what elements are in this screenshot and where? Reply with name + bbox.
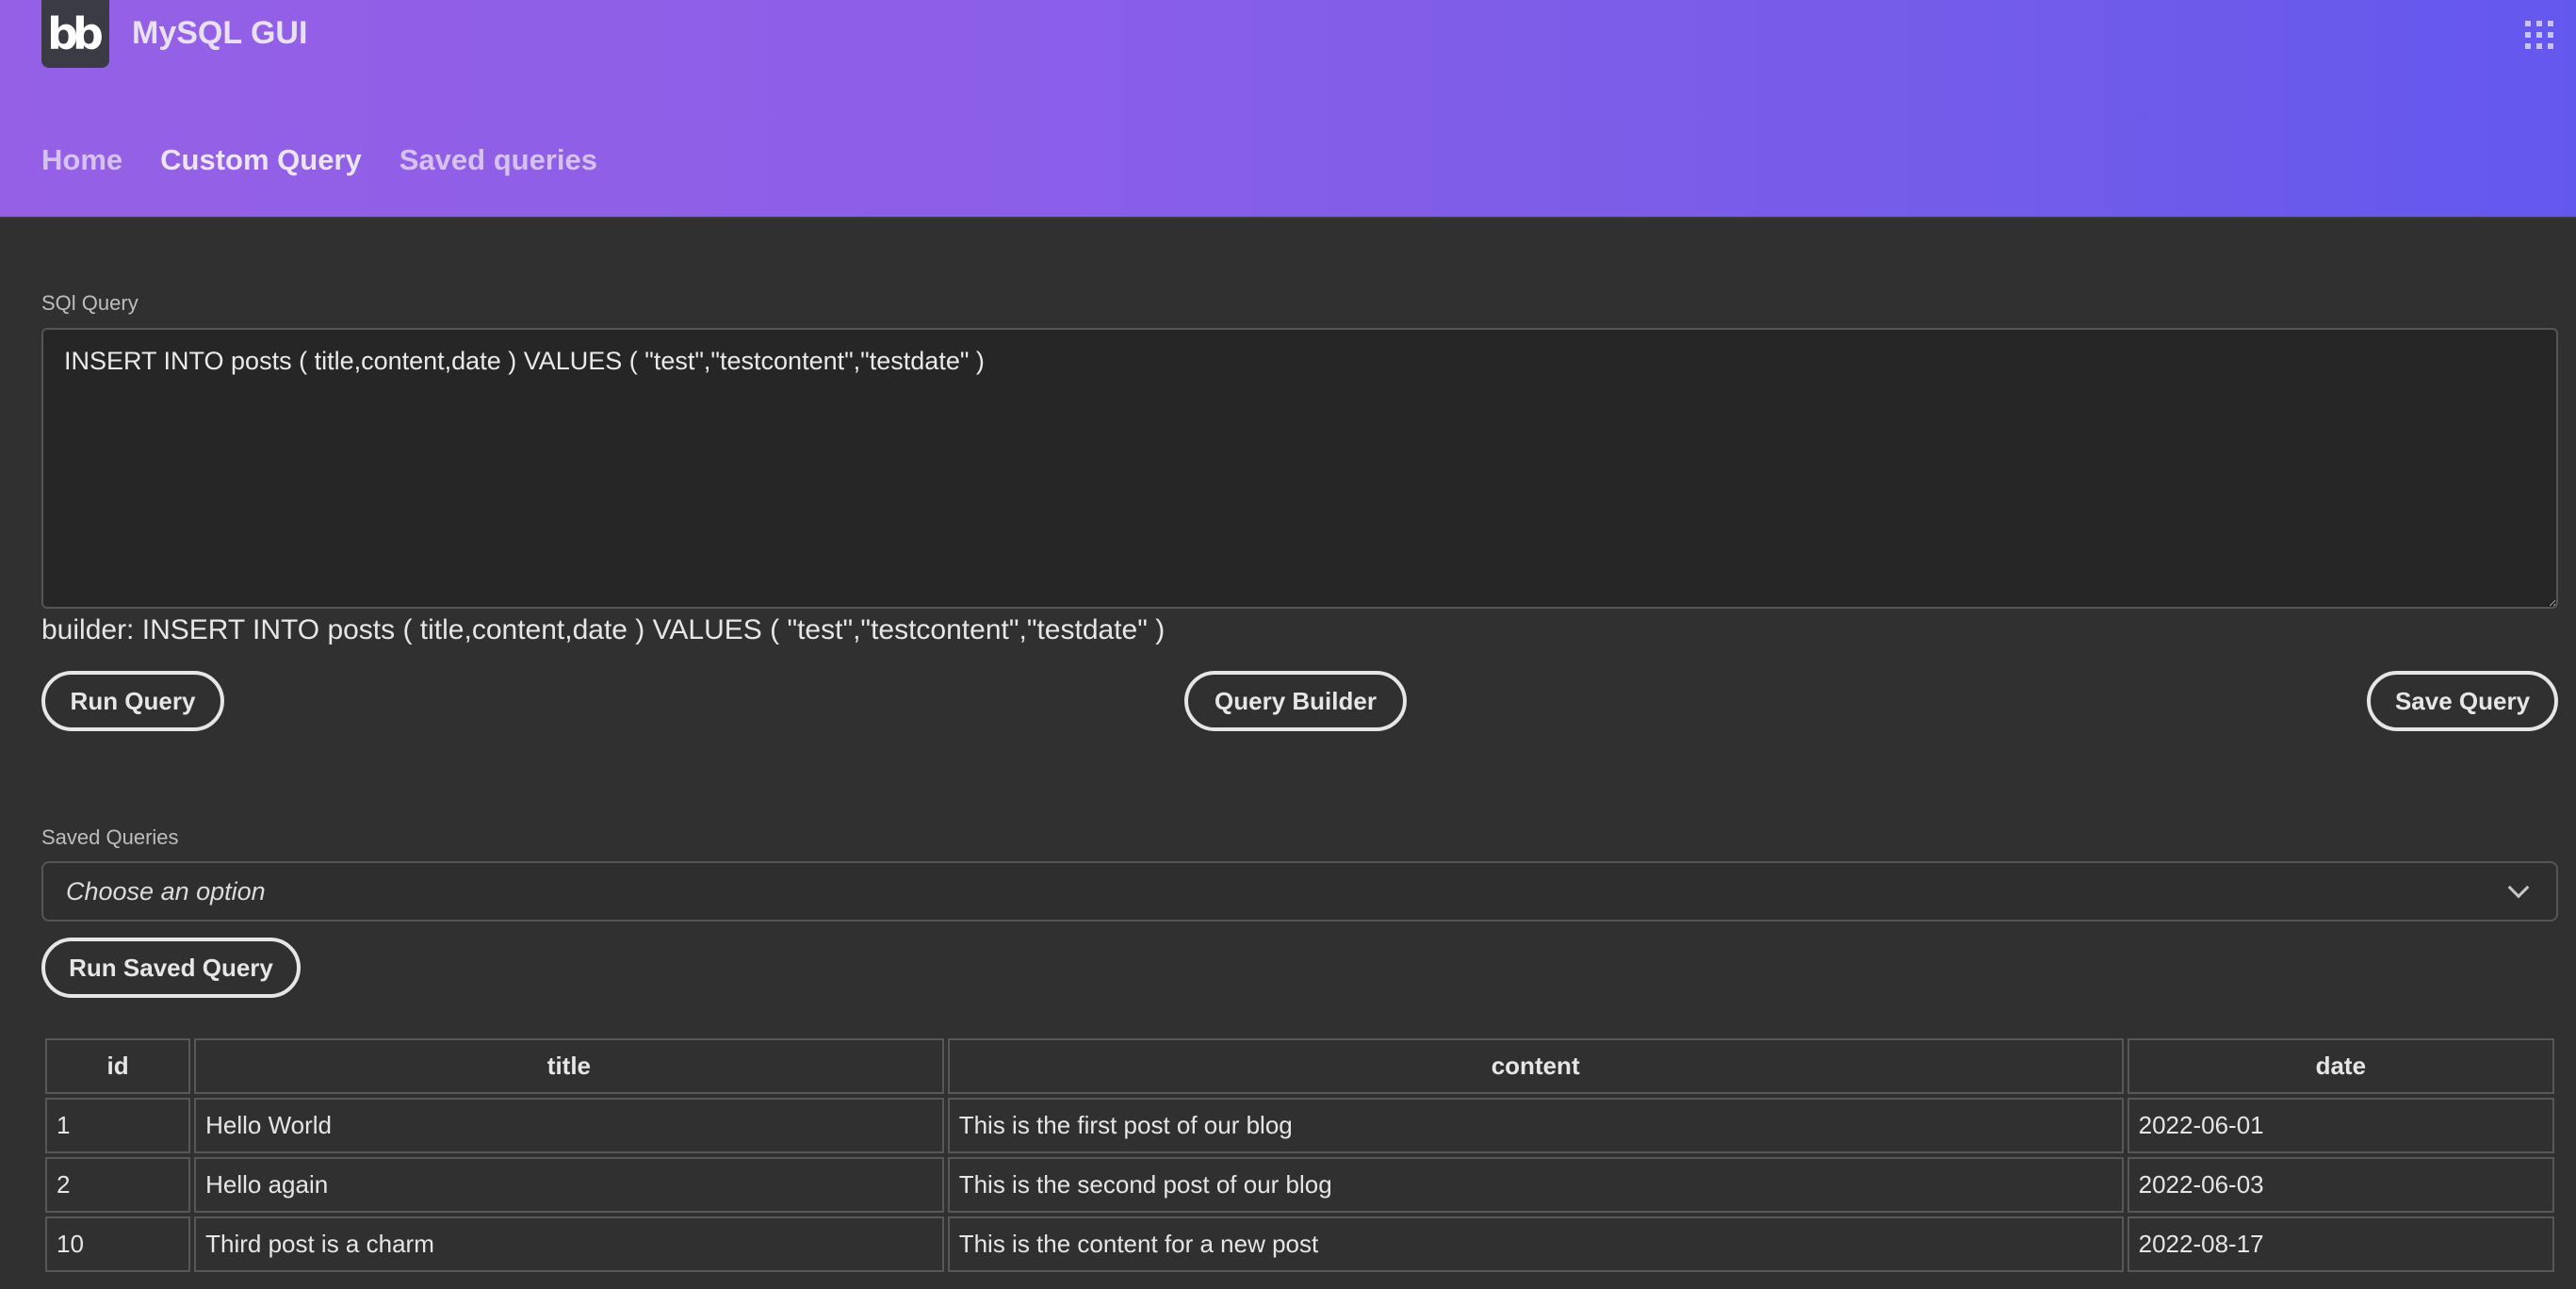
run-query-button[interactable]: Run Query	[41, 671, 224, 731]
column-header-title: title	[194, 1038, 944, 1094]
column-header-date: date	[2127, 1038, 2554, 1094]
saved-queries-label: Saved Queries	[41, 825, 179, 849]
cell-date: 2022-06-03	[2127, 1157, 2554, 1213]
cell-title: Hello World	[194, 1098, 944, 1153]
app-logo[interactable]: bb	[41, 0, 109, 68]
cell-title: Third post is a charm	[194, 1216, 944, 1272]
cell-content: This is the second post of our blog	[947, 1157, 2124, 1213]
saved-queries-select[interactable]: Choose an option	[41, 861, 2558, 922]
sql-query-input[interactable]	[41, 328, 2558, 609]
column-header-content: content	[947, 1038, 2124, 1094]
cell-date: 2022-08-17	[2127, 1216, 2554, 1272]
chevron-down-icon	[2507, 876, 2530, 899]
cell-id: 10	[45, 1216, 191, 1272]
logo-icon: bb	[47, 8, 104, 59]
sql-query-label: SQl Query	[41, 291, 139, 315]
query-builder-button[interactable]: Query Builder	[1184, 671, 1407, 731]
cell-content: This is the first post of our blog	[947, 1098, 2124, 1153]
table-header-row: id title content date	[45, 1038, 2554, 1094]
saved-queries-placeholder: Choose an option	[66, 876, 266, 906]
main-nav: Home Custom Query Saved queries	[41, 143, 597, 177]
table-row: 1 Hello World This is the first post of …	[45, 1098, 2554, 1153]
cell-content: This is the content for a new post	[947, 1216, 2124, 1272]
column-header-id: id	[45, 1038, 191, 1094]
grid-apps-icon[interactable]	[2525, 21, 2553, 49]
builder-preview: builder: INSERT INTO posts ( title,conte…	[41, 614, 1166, 645]
nav-saved-queries[interactable]: Saved queries	[399, 143, 597, 177]
table-row: 10 Third post is a charm This is the con…	[45, 1216, 2554, 1272]
table-row: 2 Hello again This is the second post of…	[45, 1157, 2554, 1213]
save-query-button[interactable]: Save Query	[2367, 671, 2558, 731]
cell-id: 2	[45, 1157, 191, 1213]
results-table: id title content date 1 Hello World This…	[41, 1035, 2558, 1276]
app-header: bb MySQL GUI Home Custom Query Saved que…	[0, 0, 2576, 219]
cell-title: Hello again	[194, 1157, 944, 1213]
run-saved-query-button[interactable]: Run Saved Query	[41, 938, 301, 998]
cell-date: 2022-06-01	[2127, 1098, 2554, 1153]
cell-id: 1	[45, 1098, 191, 1153]
app-title: MySQL GUI	[132, 15, 308, 51]
nav-custom-query[interactable]: Custom Query	[160, 143, 362, 177]
nav-home[interactable]: Home	[41, 143, 122, 177]
